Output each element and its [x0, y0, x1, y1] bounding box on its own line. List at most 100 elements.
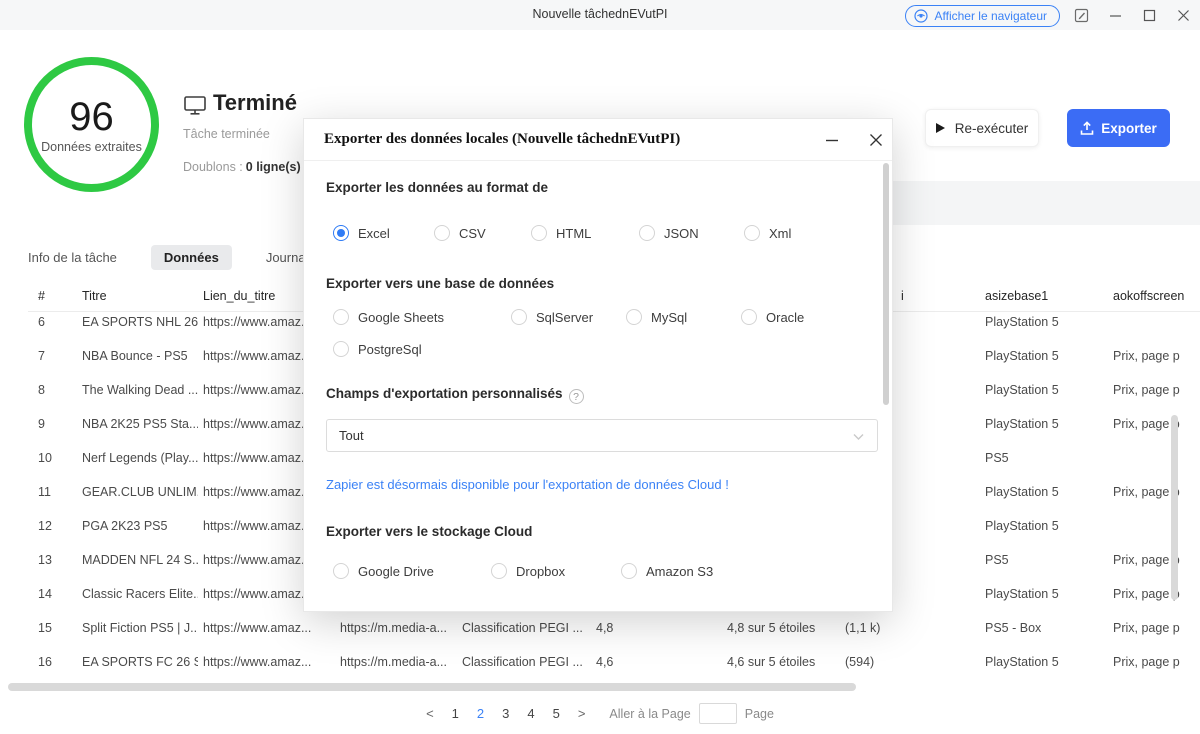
radio-circle: [639, 225, 655, 241]
cell-offscreen: Prix, page p: [1113, 587, 1196, 601]
column-header-offscreen: aokoffscreen: [1113, 289, 1196, 303]
dialog-close-icon[interactable]: [866, 130, 886, 150]
radio-circle: [333, 225, 349, 241]
radio-label: MySql: [651, 310, 687, 325]
cell-size: PS5 - Box: [985, 621, 1103, 635]
page-number-4[interactable]: 4: [527, 706, 534, 721]
cell-rating: 4,8: [596, 621, 666, 635]
radio-sqlserver[interactable]: SqlServer: [511, 308, 593, 326]
radio-label: JSON: [664, 226, 699, 241]
radio-circle: [434, 225, 450, 241]
dialog-minimize-icon[interactable]: [822, 130, 842, 150]
cell-title: Split Fiction PS5 | J...: [82, 621, 198, 635]
custom-fields-heading: Champs d'exportation personnalisés?: [326, 386, 584, 404]
cell-media: https://m.media-a...: [340, 655, 456, 669]
radio-label: SqlServer: [536, 310, 593, 325]
radio-circle: [741, 309, 757, 325]
cloud-section-heading: Exporter vers le stockage Cloud: [326, 524, 532, 539]
prev-page-button[interactable]: <: [426, 706, 434, 721]
radio-circle: [491, 563, 507, 579]
radio-circle: [333, 563, 349, 579]
cell-title: NBA 2K25 PS5 Sta...: [82, 417, 198, 431]
radio-label: PostgreSql: [358, 342, 422, 357]
cell-num: 11: [38, 485, 76, 499]
cell-size: PlayStation 5: [985, 349, 1103, 363]
radio-google-drive[interactable]: Google Drive: [333, 562, 434, 580]
dialog-scrollbar[interactable]: [883, 163, 889, 405]
radio-oracle[interactable]: Oracle: [741, 308, 804, 326]
cell-link: https://www.amaz...: [203, 621, 325, 635]
export-fields-select[interactable]: Tout: [326, 419, 878, 452]
radio-circle: [621, 563, 637, 579]
cell-title: The Walking Dead ...: [82, 383, 198, 397]
radio-label: Xml: [769, 226, 791, 241]
cell-num: 12: [38, 519, 76, 533]
format-section-heading: Exporter les données au format de: [326, 180, 548, 195]
cell-classification: Classification PEGI ...: [462, 655, 588, 669]
goto-page-input[interactable]: [699, 703, 737, 724]
page-number-2[interactable]: 2: [477, 706, 484, 721]
page-number-5[interactable]: 5: [553, 706, 560, 721]
cell-offscreen: Prix, page p: [1113, 417, 1196, 431]
radio-excel[interactable]: Excel: [333, 224, 390, 242]
cell-offscreen: Prix, page p: [1113, 383, 1196, 397]
cell-rating: 4,6: [596, 655, 666, 669]
radio-postgresql[interactable]: PostgreSql: [333, 340, 422, 358]
cell-num: 7: [38, 349, 76, 363]
horizontal-scrollbar[interactable]: [8, 683, 856, 691]
cell-size: PlayStation 5: [985, 315, 1103, 329]
radio-amazon-s3[interactable]: Amazon S3: [621, 562, 713, 580]
column-header-size: asizebase1: [985, 289, 1103, 303]
column-header-fragment: i: [901, 289, 915, 303]
database-section-heading: Exporter vers une base de données: [326, 276, 554, 291]
radio-label: Amazon S3: [646, 564, 713, 579]
page-suffix-label: Page: [745, 707, 774, 721]
radio-label: Google Drive: [358, 564, 434, 579]
dialog-header: Exporter des données locales (Nouvelle t…: [304, 119, 892, 161]
cell-size: PlayStation 5: [985, 485, 1103, 499]
radio-circle: [333, 309, 349, 325]
cell-link: https://www.amaz...: [203, 655, 325, 669]
radio-csv[interactable]: CSV: [434, 224, 486, 242]
cell-size: PlayStation 5: [985, 587, 1103, 601]
radio-circle: [744, 225, 760, 241]
column-header-num: #: [38, 289, 76, 303]
radio-circle: [333, 341, 349, 357]
cell-classification: Classification PEGI ...: [462, 621, 588, 635]
radio-label: Dropbox: [516, 564, 565, 579]
radio-circle: [531, 225, 547, 241]
cell-title: Nerf Legends (Play...: [82, 451, 198, 465]
radio-dropbox[interactable]: Dropbox: [491, 562, 565, 580]
cell-title: EA SPORTS FC 26 S...: [82, 655, 198, 669]
help-icon[interactable]: ?: [569, 389, 584, 404]
cell-stars: 4,6 sur 5 étoiles: [727, 655, 839, 669]
page-number-3[interactable]: 3: [502, 706, 509, 721]
cell-title: Classic Racers Elite...: [82, 587, 198, 601]
cell-offscreen: Prix, page p: [1113, 655, 1196, 669]
cell-media: https://m.media-a...: [340, 621, 456, 635]
radio-json[interactable]: JSON: [639, 224, 699, 242]
cell-offscreen: Prix, page p: [1113, 553, 1196, 567]
page-number-1[interactable]: 1: [452, 706, 459, 721]
zapier-cloud-link[interactable]: Zapier est désormais disponible pour l'e…: [326, 477, 729, 492]
radio-xml[interactable]: Xml: [744, 224, 791, 242]
cell-title: NBA Bounce - PS5: [82, 349, 198, 363]
cell-title: EA SPORTS NHL 26...: [82, 315, 198, 329]
cell-size: PS5: [985, 451, 1103, 465]
cell-title: MADDEN NFL 24 S...: [82, 553, 198, 567]
cell-size: PlayStation 5: [985, 655, 1103, 669]
vertical-scrollbar[interactable]: [1171, 415, 1178, 600]
radio-mysql[interactable]: MySql: [626, 308, 687, 326]
cell-stars: 4,8 sur 5 étoiles: [727, 621, 839, 635]
radio-html[interactable]: HTML: [531, 224, 591, 242]
pagination: < 12345 > Aller à la Page Page: [0, 703, 1200, 724]
cell-num: 10: [38, 451, 76, 465]
next-page-button[interactable]: >: [578, 706, 586, 721]
radio-google-sheets[interactable]: Google Sheets: [333, 308, 444, 326]
cell-num: 13: [38, 553, 76, 567]
cell-size: PlayStation 5: [985, 383, 1103, 397]
cell-size: PlayStation 5: [985, 519, 1103, 533]
cell-num: 8: [38, 383, 76, 397]
radio-label: CSV: [459, 226, 486, 241]
cell-offscreen: Prix, page p: [1113, 621, 1196, 635]
